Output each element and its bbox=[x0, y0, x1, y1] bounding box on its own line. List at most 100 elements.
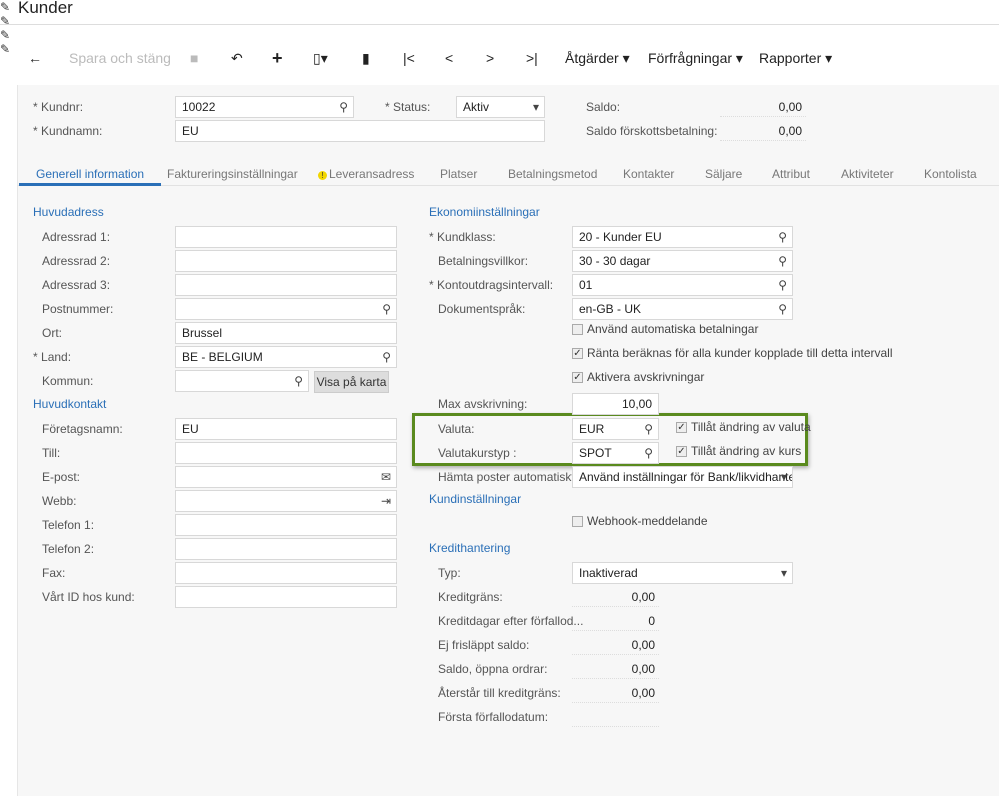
chevron-down-icon[interactable]: ▾ bbox=[781, 467, 787, 487]
add-icon[interactable]: + bbox=[272, 47, 283, 69]
first-record-icon[interactable]: |< bbox=[403, 47, 415, 69]
search-icon[interactable]: ⚲ bbox=[778, 275, 787, 295]
edit-icon[interactable]: ✎ bbox=[0, 14, 999, 28]
save-close-button[interactable]: Spara och stäng bbox=[69, 47, 171, 69]
search-icon[interactable]: ⚲ bbox=[382, 299, 391, 319]
webhook-checkbox[interactable] bbox=[572, 516, 583, 527]
contact-4-label: Telefon 1: bbox=[42, 518, 95, 532]
last-record-icon[interactable]: >| bbox=[526, 47, 538, 69]
edit-icon[interactable]: ✎ bbox=[0, 28, 999, 42]
tab-1[interactable]: Faktureringsinställningar bbox=[167, 166, 298, 186]
finance-check-0-label: Använd automatiska betalningar bbox=[587, 322, 759, 336]
edit-icon[interactable]: ✎ bbox=[0, 0, 999, 14]
search-icon[interactable]: ⚲ bbox=[778, 251, 787, 271]
contact-7-label: Vårt ID hos kund: bbox=[42, 590, 135, 604]
chevron-down-icon: ▾ bbox=[532, 100, 539, 114]
finance-1-field[interactable]: 30 - 30 dagar ⚲ bbox=[572, 250, 793, 272]
undo-icon[interactable]: ↶ bbox=[231, 47, 243, 69]
contact-1-field[interactable] bbox=[175, 442, 397, 464]
inquiries-menu[interactable]: Förfrågningar ▾ bbox=[648, 47, 743, 69]
page-title: Kunder bbox=[18, 0, 73, 17]
tab-6[interactable]: Säljare bbox=[705, 166, 742, 186]
previous-icon[interactable]: < bbox=[445, 47, 453, 69]
credit-3-label: Saldo, öppna ordrar: bbox=[438, 662, 548, 676]
address-2-field[interactable] bbox=[175, 274, 397, 296]
credit-4-value: 0,00 bbox=[572, 683, 659, 703]
allow-rate-checkbox[interactable]: ✓ bbox=[676, 446, 687, 457]
max-writeoff-label: Max avskrivning: bbox=[438, 397, 528, 411]
credit-type-label: Typ: bbox=[438, 566, 461, 580]
contact-4-field[interactable] bbox=[175, 514, 397, 536]
address-4-field[interactable]: Brussel bbox=[175, 322, 397, 344]
address-1-field[interactable] bbox=[175, 250, 397, 272]
search-icon[interactable]: ⚲ bbox=[294, 371, 303, 391]
address-5-field[interactable]: BE - BELGIUM ⚲ bbox=[175, 346, 397, 368]
status-select[interactable]: Aktiv ▾ bbox=[456, 96, 545, 118]
finance-check-0-checkbox[interactable] bbox=[572, 324, 583, 335]
search-icon[interactable]: ⚲ bbox=[778, 299, 787, 319]
webhook-label: Webhook-meddelande bbox=[587, 514, 708, 528]
finance-check-1-label: Ränta beräknas för alla kunder kopplade … bbox=[587, 346, 893, 360]
finance-0-field[interactable]: 20 - Kunder EU ⚲ bbox=[572, 226, 793, 248]
save-icon[interactable]: ■ bbox=[190, 47, 198, 69]
search-icon[interactable]: ⚲ bbox=[382, 347, 391, 367]
tab-9[interactable]: Kontolista bbox=[924, 166, 977, 186]
tab-0[interactable]: Generell information bbox=[19, 166, 162, 186]
allow-currency-label: Tillåt ändring av valuta bbox=[691, 420, 811, 434]
prepay-value: 0,00 bbox=[720, 121, 806, 141]
contact-6-field[interactable] bbox=[175, 562, 397, 584]
contact-1-label: Till: bbox=[42, 446, 61, 460]
contact-0-label: Företagsnamn: bbox=[42, 422, 123, 436]
fetch-auto-label: Hämta poster automatiskt: bbox=[438, 470, 579, 484]
email-icon[interactable]: ✉ bbox=[381, 467, 391, 487]
contact-2-field[interactable]: ✉ bbox=[175, 466, 397, 488]
rate-type-label: Valutakurstyp : bbox=[438, 446, 517, 460]
credit-5-value bbox=[572, 707, 659, 727]
address-6-field[interactable]: ⚲ bbox=[175, 370, 309, 392]
credit-1-label: Kreditdagar efter förfallod... bbox=[438, 614, 584, 628]
contact-7-field[interactable] bbox=[175, 586, 397, 608]
finance-3-field[interactable]: en-GB - UK ⚲ bbox=[572, 298, 793, 320]
contact-3-field[interactable]: ⇥ bbox=[175, 490, 397, 512]
web-link-icon[interactable]: ⇥ bbox=[381, 491, 391, 511]
currency-field[interactable]: EUR ⚲ bbox=[572, 418, 659, 440]
finance-check-2-checkbox[interactable]: ✓ bbox=[572, 372, 583, 383]
next-icon[interactable]: > bbox=[486, 47, 494, 69]
fetch-auto-field[interactable]: Använd inställningar för Bank/likvidhant… bbox=[572, 466, 793, 488]
tab-3[interactable]: Platser bbox=[440, 166, 477, 186]
search-icon[interactable]: ⚲ bbox=[644, 419, 653, 439]
finance-2-field[interactable]: 01 ⚲ bbox=[572, 274, 793, 296]
actions-menu[interactable]: Åtgärder ▾ bbox=[565, 47, 630, 69]
allow-currency-checkbox[interactable]: ✓ bbox=[676, 422, 687, 433]
contact-5-field[interactable] bbox=[175, 538, 397, 560]
back-icon[interactable]: ← bbox=[28, 47, 42, 69]
tab-4[interactable]: Betalningsmetod bbox=[508, 166, 597, 186]
credit-2-value: 0,00 bbox=[572, 635, 659, 655]
address-5-label: * Land: bbox=[33, 350, 72, 364]
finance-check-1-checkbox[interactable]: ✓ bbox=[572, 348, 583, 359]
customer-name-field[interactable]: EU bbox=[175, 120, 545, 142]
contact-0-field[interactable]: EU bbox=[175, 418, 397, 440]
credit-type-field[interactable]: Inaktiverad ▾ bbox=[572, 562, 793, 584]
delete-icon[interactable]: ▮ bbox=[362, 47, 370, 69]
show-map-button[interactable]: Visa på karta bbox=[314, 371, 389, 393]
copy-paste-icon[interactable]: ▯▾ bbox=[313, 47, 328, 69]
chevron-down-icon[interactable]: ▾ bbox=[781, 563, 787, 583]
rate-type-field[interactable]: SPOT ⚲ bbox=[572, 442, 659, 464]
tab-2[interactable]: ! Leveransadress bbox=[318, 166, 414, 186]
balance-value: 0,00 bbox=[720, 97, 806, 117]
address-0-field[interactable] bbox=[175, 226, 397, 248]
finance-check-2-label: Aktivera avskrivningar bbox=[587, 370, 705, 384]
search-icon[interactable]: ⚲ bbox=[339, 97, 348, 117]
address-3-field[interactable]: ⚲ bbox=[175, 298, 397, 320]
customer-no-field[interactable]: 10022 ⚲ bbox=[175, 96, 354, 118]
tab-8[interactable]: Aktiviteter bbox=[841, 166, 894, 186]
tab-7[interactable]: Attribut bbox=[772, 166, 810, 186]
search-icon[interactable]: ⚲ bbox=[644, 443, 653, 463]
contact-3-label: Webb: bbox=[42, 494, 77, 508]
search-icon[interactable]: ⚲ bbox=[778, 227, 787, 247]
reports-menu[interactable]: Rapporter ▾ bbox=[759, 47, 832, 69]
tab-5[interactable]: Kontakter bbox=[623, 166, 674, 186]
max-writeoff-field[interactable]: 10,00 bbox=[572, 393, 659, 415]
allow-rate-label: Tillåt ändring av kurs bbox=[691, 444, 802, 458]
